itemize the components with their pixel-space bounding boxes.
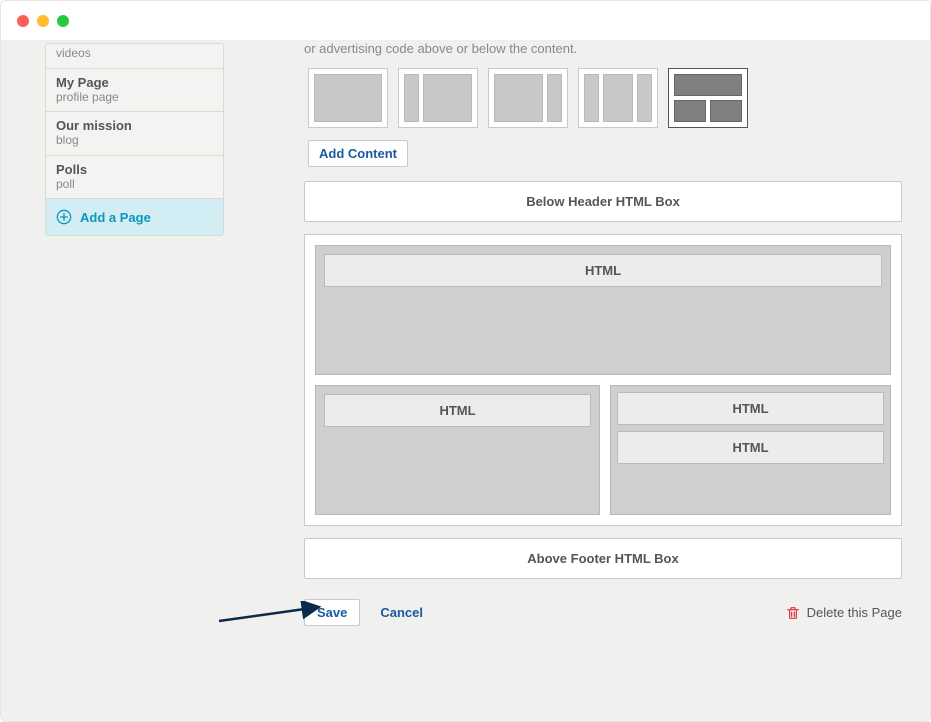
add-page-button[interactable]: Add a Page	[46, 199, 223, 235]
above-footer-html-box[interactable]: Above Footer HTML Box	[304, 538, 902, 579]
page-list: videos My Page profile page Our mission …	[45, 43, 224, 236]
layout-zone-bottom-right[interactable]: HTML HTML	[610, 385, 891, 515]
window-zoom-icon[interactable]	[57, 15, 69, 27]
sidebar-item-subtitle: blog	[56, 133, 213, 149]
app-window: videos My Page profile page Our mission …	[0, 0, 931, 722]
trash-icon	[785, 605, 801, 621]
sidebar-item-subtitle: poll	[56, 177, 213, 193]
html-block[interactable]: HTML	[617, 392, 884, 425]
layout-zone-bottom-left[interactable]: HTML	[315, 385, 600, 515]
hint-text: or advertising code above or below the c…	[304, 41, 902, 56]
below-header-html-box[interactable]: Below Header HTML Box	[304, 181, 902, 222]
add-page-label: Add a Page	[80, 210, 151, 225]
window-titlebar	[1, 1, 930, 41]
sidebar-item-videos[interactable]: videos	[46, 44, 223, 69]
sidebar-item-title: Our mission	[56, 118, 213, 133]
sidebar-item-title: Polls	[56, 162, 213, 177]
sidebar-item-ourmission[interactable]: Our mission blog	[46, 112, 223, 156]
html-block[interactable]: HTML	[324, 254, 882, 287]
layout-option-top-two[interactable]	[668, 68, 748, 128]
content-area: videos My Page profile page Our mission …	[1, 41, 930, 721]
save-button[interactable]: Save	[304, 599, 360, 626]
html-block[interactable]: HTML	[617, 431, 884, 464]
layout-zone-top[interactable]: HTML	[315, 245, 891, 375]
html-block[interactable]: HTML	[324, 394, 591, 427]
sidebar-item-title: My Page	[56, 75, 213, 90]
delete-page-label: Delete this Page	[807, 605, 902, 620]
sidebar-item-subtitle: profile page	[56, 90, 213, 106]
delete-page-link[interactable]: Delete this Page	[785, 605, 902, 621]
plus-circle-icon	[56, 209, 72, 225]
layout-option-both-sidebars[interactable]	[578, 68, 658, 128]
sidebar-item-subtitle: videos	[56, 46, 213, 62]
add-content-button[interactable]: Add Content	[308, 140, 408, 167]
window-close-icon[interactable]	[17, 15, 29, 27]
layout-picker	[304, 68, 902, 128]
layout-option-right-sidebar[interactable]	[488, 68, 568, 128]
sidebar-item-mypage[interactable]: My Page profile page	[46, 69, 223, 113]
sidebar: videos My Page profile page Our mission …	[9, 41, 224, 701]
action-bar: Save Cancel Delete this Page	[304, 599, 902, 626]
layout-option-full[interactable]	[308, 68, 388, 128]
page-editor: or advertising code above or below the c…	[224, 41, 922, 701]
window-minimize-icon[interactable]	[37, 15, 49, 27]
layout-option-left-sidebar[interactable]	[398, 68, 478, 128]
sidebar-item-polls[interactable]: Polls poll	[46, 156, 223, 200]
cancel-link[interactable]: Cancel	[380, 605, 423, 620]
layout-editor: HTML HTML HTML HTML	[304, 234, 902, 526]
